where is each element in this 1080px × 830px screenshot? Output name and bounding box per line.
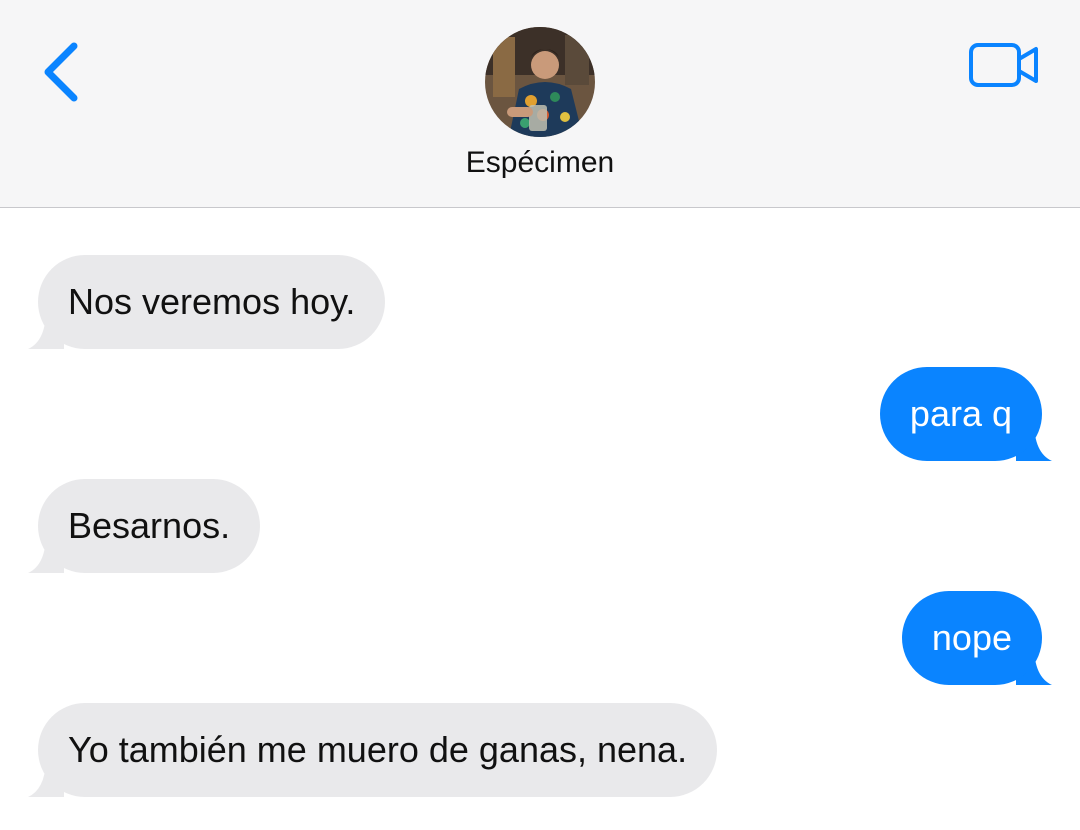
message-row: para q xyxy=(0,367,1080,461)
conversation-header: Espécimen xyxy=(0,0,1080,208)
video-call-button[interactable] xyxy=(966,40,1042,90)
message-row: Besarnos. xyxy=(0,479,1080,573)
contact-name[interactable]: Espécimen xyxy=(340,146,740,180)
incoming-message-bubble[interactable]: Besarnos. xyxy=(38,479,261,573)
chevron-left-icon xyxy=(44,42,78,102)
incoming-message-bubble[interactable]: Yo también me muero de ganas, nena. xyxy=(38,703,718,797)
message-row: nope xyxy=(0,591,1080,685)
message-list[interactable]: Nos veremos hoy. para q Besarnos. nope Y… xyxy=(0,209,1080,830)
message-row: Yo también me muero de ganas, nena. xyxy=(0,703,1080,797)
back-button[interactable] xyxy=(36,36,92,108)
video-camera-icon xyxy=(969,43,1038,87)
outgoing-message-bubble[interactable]: nope xyxy=(901,591,1042,685)
message-row: Nos veremos hoy. xyxy=(0,255,1080,349)
contact-avatar[interactable] xyxy=(485,27,595,137)
outgoing-message-bubble[interactable]: para q xyxy=(879,367,1042,461)
incoming-message-bubble[interactable]: Nos veremos hoy. xyxy=(38,255,386,349)
